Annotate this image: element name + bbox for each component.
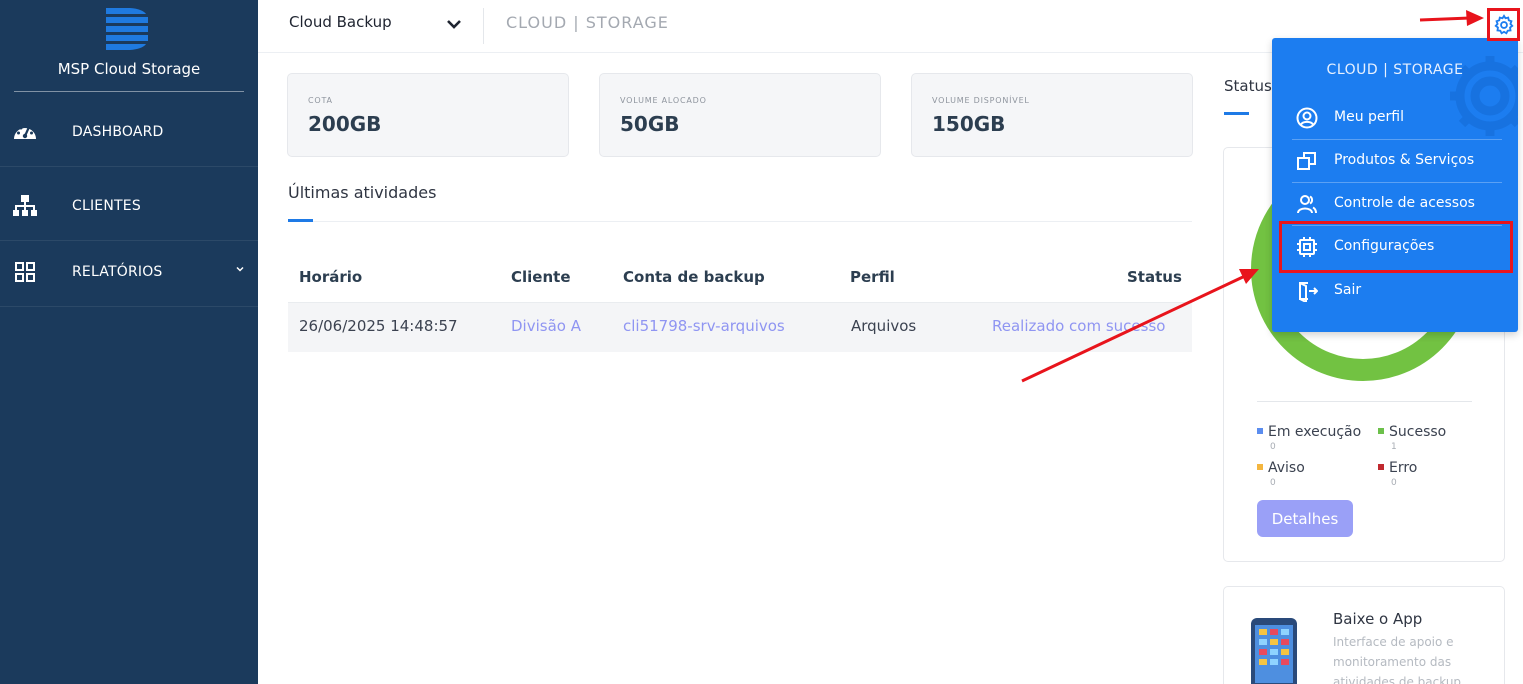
legend-count: 1 bbox=[1391, 442, 1397, 452]
legend-count: 0 bbox=[1270, 478, 1276, 488]
top-brand-text: CLOUD | STORAGE bbox=[506, 13, 669, 32]
column-header-status[interactable]: Status bbox=[1127, 268, 1182, 286]
menu-item-label: Controle de acessos bbox=[1334, 195, 1475, 211]
sidebar-item-label: CLIENTES bbox=[72, 197, 141, 214]
legend-divider bbox=[1257, 401, 1472, 402]
sidebar: MSP Cloud Storage DASHBOARD CLIENTES REL… bbox=[0, 0, 258, 684]
brand-divider bbox=[14, 91, 244, 92]
sidebar-item-clientes[interactable]: CLIENTES bbox=[0, 171, 258, 241]
stat-label: VOLUME DISPONÍVEL bbox=[932, 96, 1030, 105]
stat-card-volume-alocado: VOLUME ALOCADO 50GB bbox=[599, 73, 881, 157]
phone-app-icon bbox=[1251, 618, 1297, 684]
settings-button[interactable] bbox=[1487, 8, 1520, 41]
chevron-down-icon bbox=[236, 266, 244, 272]
legend-sucesso: Sucesso bbox=[1378, 424, 1446, 440]
menu-item-label: Produtos & Serviços bbox=[1334, 152, 1475, 168]
app-card-description: Interface de apoio e monitoramento das a… bbox=[1333, 635, 1462, 684]
top-divider bbox=[483, 8, 484, 44]
chevron-down-icon[interactable] bbox=[446, 18, 462, 30]
menu-item-produtos-servicos[interactable]: Produtos & Serviços bbox=[1272, 139, 1518, 182]
sidebar-item-label: RELATÓRIOS bbox=[72, 263, 163, 280]
stat-value: 50GB bbox=[620, 112, 680, 136]
stat-card-volume-disponivel: VOLUME DISPONÍVEL 150GB bbox=[911, 73, 1193, 157]
gear-icon bbox=[1493, 13, 1514, 35]
sidebar-item-dashboard[interactable]: DASHBOARD bbox=[0, 97, 258, 167]
status-title: Status bbox=[1224, 77, 1272, 95]
legend-em-execucao: Em execução bbox=[1257, 424, 1361, 440]
settings-dropdown-menu: CLOUD | STORAGE Meu perfil Produtos & Se… bbox=[1272, 38, 1518, 332]
column-header-conta[interactable]: Conta de backup bbox=[623, 268, 765, 286]
product-selector[interactable]: Cloud Backup bbox=[289, 13, 392, 31]
cell-account-link[interactable]: cli51798-srv-arquivos bbox=[623, 317, 785, 335]
stat-card-cota: COTA 200GB bbox=[287, 73, 569, 157]
column-header-horario[interactable]: Horário bbox=[299, 268, 362, 286]
brand-name: MSP Cloud Storage bbox=[57, 60, 201, 78]
cell-status-link[interactable]: Realizado com sucesso bbox=[992, 317, 1165, 335]
column-header-perfil[interactable]: Perfil bbox=[850, 268, 895, 286]
legend-label: Sucesso bbox=[1389, 424, 1447, 440]
legend-label: Erro bbox=[1389, 460, 1418, 476]
legend-aviso: Aviso bbox=[1257, 460, 1305, 476]
stat-label: COTA bbox=[308, 96, 333, 105]
cell-profile: Arquivos bbox=[851, 317, 917, 335]
legend-label: Em execução bbox=[1268, 424, 1362, 440]
stat-value: 150GB bbox=[932, 112, 1006, 136]
user-circle-icon bbox=[1296, 107, 1318, 129]
sidebar-item-relatorios[interactable]: RELATÓRIOS bbox=[0, 237, 258, 307]
dashboard-gauge-icon bbox=[12, 119, 38, 145]
status-tab-indicator bbox=[1224, 112, 1249, 115]
legend-count: 0 bbox=[1270, 442, 1276, 452]
details-button[interactable]: Detalhes bbox=[1257, 500, 1353, 537]
legend-erro: Erro bbox=[1378, 460, 1417, 476]
annotation-highlight-box bbox=[1279, 221, 1513, 273]
cell-client-link[interactable]: Divisão A bbox=[511, 317, 581, 335]
column-header-cliente[interactable]: Cliente bbox=[511, 268, 571, 286]
activities-tab-indicator bbox=[288, 219, 313, 222]
activities-divider bbox=[288, 221, 1192, 222]
brand-logo-icon bbox=[106, 8, 148, 50]
menu-item-controle-acessos[interactable]: Controle de acessos bbox=[1272, 182, 1518, 225]
menu-item-meu-perfil[interactable]: Meu perfil bbox=[1272, 96, 1518, 139]
stat-label: VOLUME ALOCADO bbox=[620, 96, 707, 105]
menu-item-label: Sair bbox=[1334, 282, 1362, 298]
grid-icon bbox=[12, 259, 38, 285]
cell-time: 26/06/2025 14:48:57 bbox=[299, 317, 458, 335]
activities-title: Últimas atividades bbox=[288, 183, 437, 202]
users-icon bbox=[1297, 195, 1317, 214]
stat-value: 200GB bbox=[308, 112, 382, 136]
menu-item-sair[interactable]: Sair bbox=[1272, 269, 1518, 312]
legend-label: Aviso bbox=[1268, 460, 1305, 476]
copy-squares-icon bbox=[1297, 152, 1316, 170]
menu-header: CLOUD | STORAGE bbox=[1326, 62, 1464, 78]
sidebar-item-label: DASHBOARD bbox=[72, 123, 164, 140]
legend-count: 0 bbox=[1391, 478, 1397, 488]
app-card-title: Baixe o App bbox=[1333, 610, 1423, 628]
menu-item-label: Meu perfil bbox=[1334, 109, 1404, 125]
org-chart-icon bbox=[12, 193, 38, 219]
logout-icon bbox=[1299, 282, 1318, 302]
